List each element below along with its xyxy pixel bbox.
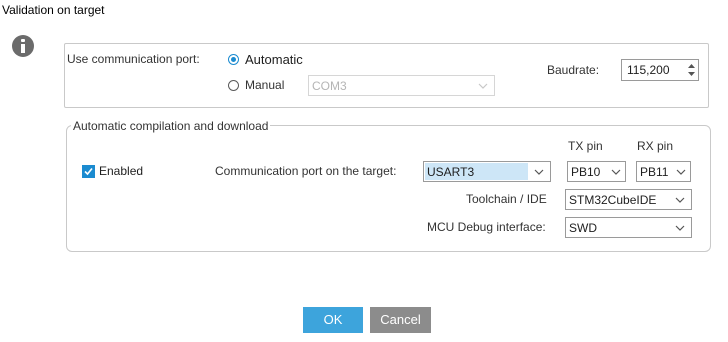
auto-compilation-legend: Automatic compilation and download [71, 119, 271, 133]
dialog-title: Validation on target [2, 3, 105, 17]
target-port-value: USART3 [425, 163, 528, 180]
tx-pin-select[interactable]: PB10 [567, 161, 626, 182]
chevron-down-icon [611, 169, 621, 175]
baudrate-value: 115,200 [627, 63, 670, 77]
com-port-select[interactable]: COM3 [308, 75, 495, 96]
toolchain-select[interactable]: STM32CubeIDE [565, 189, 692, 210]
communication-port-label: Use communication port: [67, 52, 200, 66]
baudrate-spinner[interactable]: 115,200 [621, 59, 699, 81]
manual-radio-label[interactable]: Manual [245, 78, 284, 92]
cancel-button[interactable]: Cancel [370, 307, 431, 333]
spinner-arrows-icon[interactable] [687, 62, 696, 78]
info-icon [12, 35, 34, 57]
tx-pin-label: TX pin [568, 139, 603, 153]
chevron-down-icon [478, 83, 488, 89]
toolchain-label: Toolchain / IDE [466, 192, 547, 206]
target-port-label: Communication port on the target: [215, 164, 397, 178]
chevron-down-icon [675, 197, 685, 203]
rx-pin-value: PB11 [640, 165, 669, 179]
target-port-select[interactable]: USART3 [423, 161, 551, 182]
rx-pin-label: RX pin [637, 139, 674, 153]
ok-button[interactable]: OK [303, 307, 363, 333]
manual-radio[interactable] [228, 80, 239, 91]
rx-pin-select[interactable]: PB11 [636, 161, 691, 182]
checkmark-icon [84, 167, 93, 176]
debug-interface-label: MCU Debug interface: [427, 220, 546, 234]
chevron-down-icon [675, 225, 685, 231]
debug-interface-select[interactable]: SWD [565, 217, 692, 238]
debug-interface-value: SWD [569, 221, 597, 235]
enabled-label[interactable]: Enabled [99, 164, 143, 178]
baudrate-label: Baudrate: [547, 63, 600, 77]
chevron-down-icon [534, 169, 544, 175]
toolchain-value: STM32CubeIDE [569, 193, 657, 207]
enabled-checkbox[interactable] [82, 165, 95, 178]
com-port-value: COM3 [312, 79, 347, 93]
automatic-radio[interactable] [228, 54, 239, 65]
tx-pin-value: PB10 [571, 165, 601, 179]
automatic-radio-label[interactable]: Automatic [245, 52, 303, 67]
chevron-down-icon [676, 169, 686, 175]
